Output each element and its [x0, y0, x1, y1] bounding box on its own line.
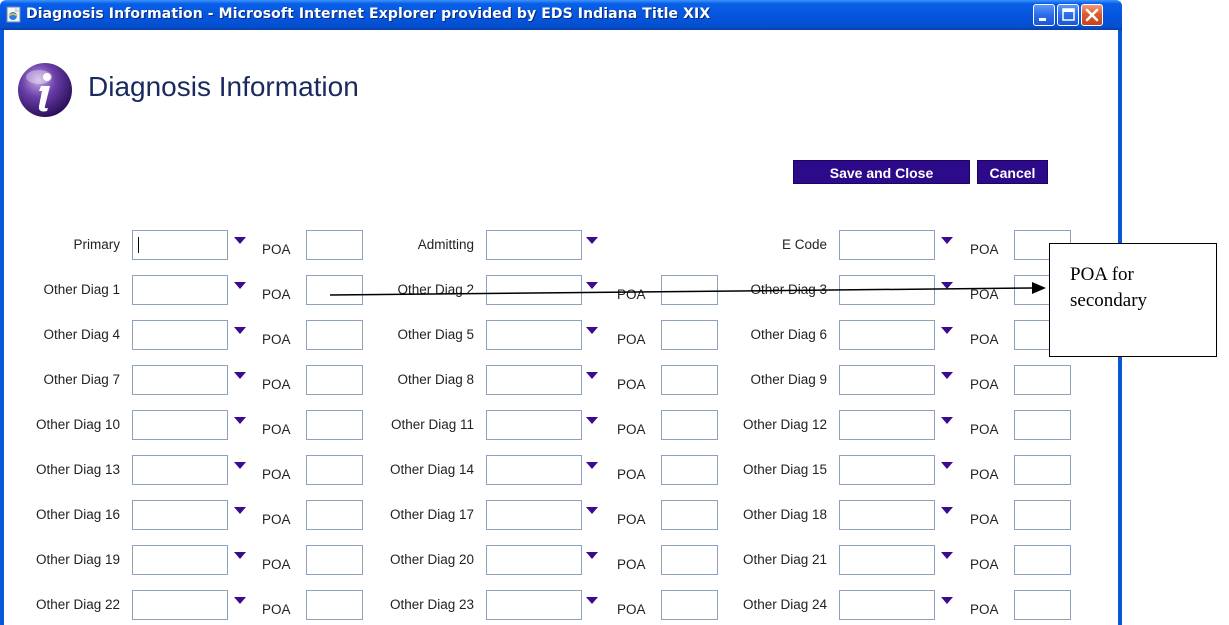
- annotation-callout: POA for secondary: [1049, 243, 1217, 357]
- annotation-text: POA for secondary: [1070, 264, 1148, 311]
- annotation-arrow: [329, 282, 1046, 296]
